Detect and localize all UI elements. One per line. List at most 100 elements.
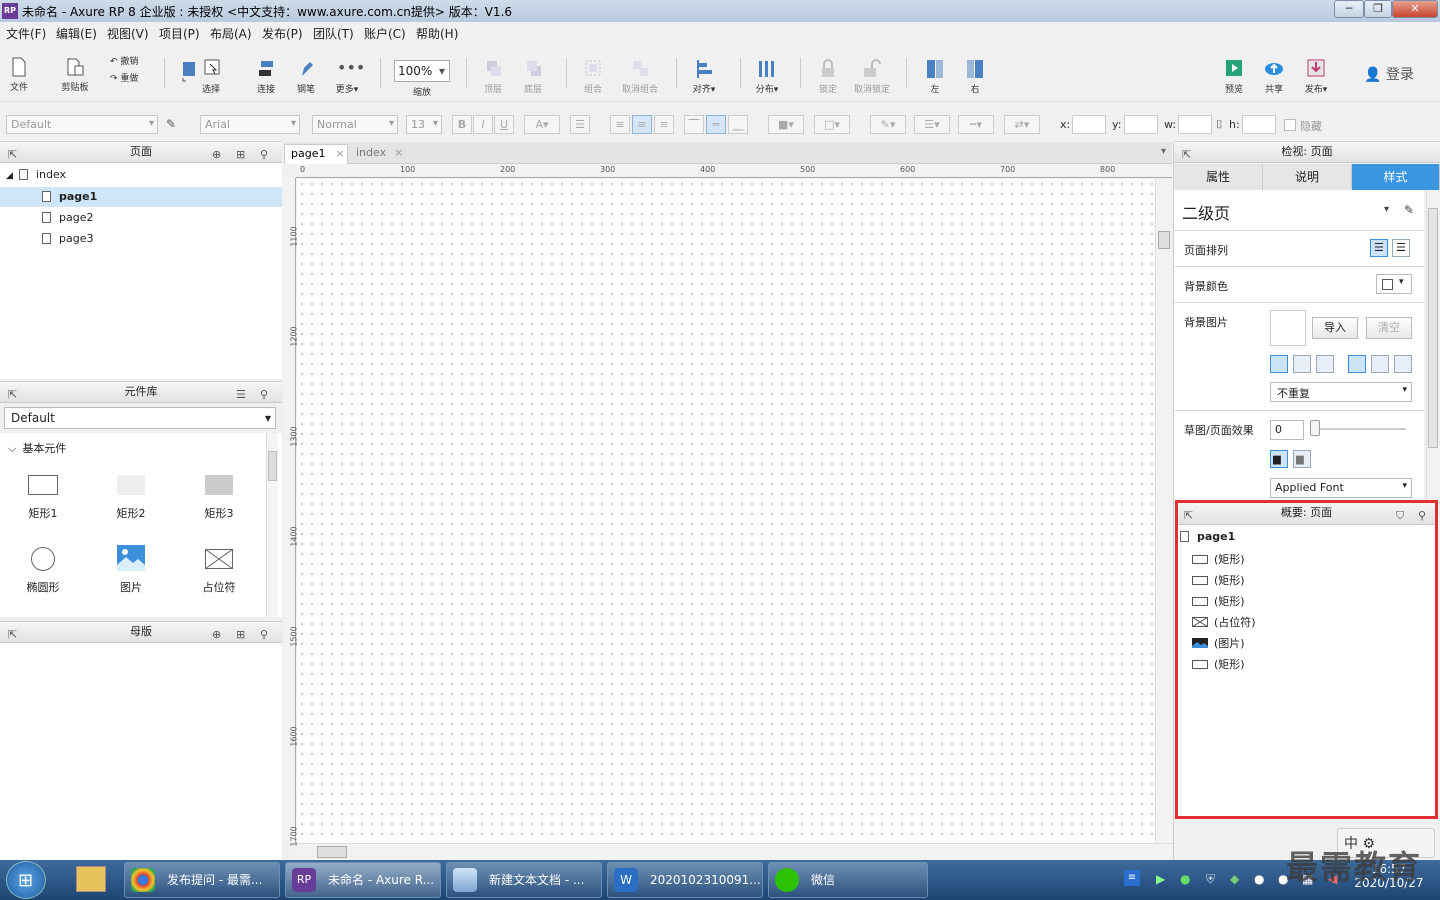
right-panel-toggle[interactable]: 右 <box>962 58 988 95</box>
left-panel-toggle[interactable]: 左 <box>922 58 948 95</box>
color-mode-button[interactable]: ▆ <box>1270 450 1288 468</box>
tab-notes[interactable]: 说明 <box>1263 164 1352 190</box>
close-icon[interactable]: × <box>394 146 403 159</box>
placeholder-widget-icon[interactable] <box>205 549 233 569</box>
tab-page1[interactable]: page1 × <box>284 144 348 164</box>
bg-align-center-button[interactable] <box>1293 355 1311 373</box>
pen-button[interactable]: 钢笔 <box>293 58 319 95</box>
preview-button[interactable]: 预览 <box>1220 58 1248 95</box>
search-icon[interactable]: ⚲ <box>260 145 268 165</box>
font-weight-select[interactable]: Normal <box>312 115 398 134</box>
image-widget-icon[interactable] <box>117 545 145 571</box>
line-color-button[interactable]: ✎▾ <box>870 115 906 134</box>
menu-view[interactable]: 视图(V) <box>107 25 149 42</box>
bg-align-right-button[interactable] <box>1316 355 1334 373</box>
scroll-thumb[interactable] <box>317 846 347 858</box>
redo-button[interactable]: ↷ 重做 <box>110 71 150 84</box>
align-right-button[interactable]: ≡ <box>654 115 674 134</box>
filter-icon[interactable]: ⛉ <box>1396 506 1404 526</box>
taskbar-axure[interactable]: RP 未命名 - Axure R... <box>285 862 441 898</box>
clipboard-button[interactable]: 剪贴板 <box>58 56 92 93</box>
sketch-slider-thumb[interactable] <box>1310 420 1320 436</box>
rectangle3-widget-icon[interactable] <box>205 475 233 495</box>
outline-item-placeholder[interactable]: (占位符) <box>1191 614 1256 630</box>
import-button[interactable]: 导入 <box>1312 317 1358 339</box>
repeat-select[interactable]: 不重复 ▾ <box>1270 382 1412 402</box>
w-input[interactable] <box>1178 115 1212 134</box>
minimize-button[interactable]: ─ <box>1334 0 1364 18</box>
lock-button[interactable]: 锁定 <box>814 58 842 95</box>
h-input[interactable] <box>1242 115 1276 134</box>
design-canvas[interactable] <box>297 179 1155 843</box>
connect-button[interactable]: 连接 <box>253 58 279 95</box>
outline-item-rectangle[interactable]: (矩形) <box>1192 572 1245 588</box>
explorer-taskbar-icon[interactable] <box>66 862 116 898</box>
line-width-button[interactable]: ☰▾ <box>914 115 950 134</box>
edit-style-icon[interactable]: ✎ <box>1404 203 1414 217</box>
canvas-horizontal-scrollbar[interactable] <box>297 843 1172 860</box>
arrow-style-button[interactable]: ⇄▾ <box>1004 115 1040 134</box>
grayscale-mode-button[interactable]: ▆ <box>1293 450 1311 468</box>
x-input[interactable] <box>1072 115 1106 134</box>
close-icon[interactable]: × <box>335 147 344 160</box>
tree-item-page3[interactable]: page3 <box>42 232 93 245</box>
select-button[interactable]: 选择 <box>200 58 222 95</box>
outline-item-rectangle[interactable]: (矩形) <box>1192 593 1245 609</box>
library-scrollbar[interactable] <box>266 433 278 617</box>
applied-font-select[interactable]: Applied Font ▾ <box>1270 478 1412 498</box>
sketch-value-input[interactable]: 0 <box>1270 420 1304 440</box>
tabs-dropdown-icon[interactable]: ▾ <box>1161 146 1166 157</box>
undo-button[interactable]: ↶ 撤销 <box>110 54 150 67</box>
menu-project[interactable]: 项目(P) <box>159 25 200 42</box>
ungroup-button[interactable]: 取消组合 <box>618 58 662 95</box>
menu-team[interactable]: 团队(T) <box>313 25 354 42</box>
bold-button[interactable]: B <box>452 115 472 134</box>
tree-item-page1[interactable]: page1 <box>42 190 97 203</box>
font-select[interactable]: Arial <box>200 115 300 134</box>
valign-middle-button[interactable]: ═ <box>706 115 726 134</box>
unlock-button[interactable]: 取消锁定 <box>852 58 892 95</box>
align-button[interactable]: 对齐▾ <box>690 58 718 95</box>
chevron-down-icon[interactable]: ▾ <box>1384 204 1389 215</box>
taskbar-word[interactable]: W 2020102310091... <box>607 862 763 898</box>
scroll-thumb[interactable] <box>1158 231 1170 249</box>
outline-item-rectangle[interactable]: (矩形) <box>1192 551 1245 567</box>
group-button[interactable]: 组合 <box>580 58 606 95</box>
outline-item-rectangle[interactable]: (矩形) <box>1192 656 1245 672</box>
outline-item-image[interactable]: (图片) <box>1192 635 1245 651</box>
file-button[interactable]: 文件 <box>6 56 32 93</box>
clear-button[interactable]: 清空 <box>1366 317 1412 339</box>
valign-bottom-button[interactable]: ⎽ <box>728 115 748 134</box>
add-folder-icon[interactable]: ⊞ <box>236 145 245 165</box>
bg-align-left-button[interactable] <box>1270 355 1288 373</box>
bg-valign-bottom-button[interactable] <box>1394 355 1412 373</box>
align-left-button[interactable]: ≡ <box>610 115 630 134</box>
lock-ratio-icon[interactable]: ⌷ <box>1216 118 1223 132</box>
send-to-bottom-button[interactable]: 底层 <box>520 58 546 95</box>
canvas-vertical-scrollbar[interactable] <box>1155 179 1172 843</box>
tray-shield-icon[interactable]: ⛨ <box>1206 872 1215 887</box>
font-size-select[interactable]: 13 <box>406 115 442 134</box>
more-button[interactable]: ••• 更多▾ <box>332 58 366 95</box>
rectangle1-widget-icon[interactable] <box>28 475 58 495</box>
align-center-button[interactable]: ≡ <box>632 115 652 134</box>
tray-qq-icon[interactable]: ● <box>1254 872 1264 886</box>
menu-file[interactable]: 文件(F) <box>6 25 46 42</box>
bg-valign-middle-button[interactable] <box>1371 355 1389 373</box>
publish-button[interactable]: 发布▾ <box>1300 58 1332 95</box>
ime-icon[interactable]: ≡ <box>1124 870 1140 886</box>
tray-wechat-icon[interactable]: ● <box>1180 872 1190 886</box>
ellipse-widget-icon[interactable] <box>31 547 55 571</box>
search-icon[interactable]: ⚲ <box>1418 506 1426 526</box>
taskbar-wechat[interactable]: 微信 <box>768 862 928 898</box>
maximize-button[interactable]: ❐ <box>1364 0 1392 18</box>
underline-button[interactable]: U <box>494 115 514 134</box>
menu-publish[interactable]: 发布(P) <box>262 25 303 42</box>
scroll-thumb[interactable] <box>268 451 277 481</box>
scroll-thumb[interactable] <box>1428 208 1438 448</box>
tree-item-page2[interactable]: page2 <box>42 211 93 224</box>
search-icon[interactable]: ⚲ <box>260 625 268 645</box>
group-basic-widgets[interactable]: ⌵ 基本元件 <box>8 440 66 456</box>
add-page-icon[interactable]: ⊕ <box>212 145 221 165</box>
tab-index[interactable]: index × <box>350 144 406 164</box>
